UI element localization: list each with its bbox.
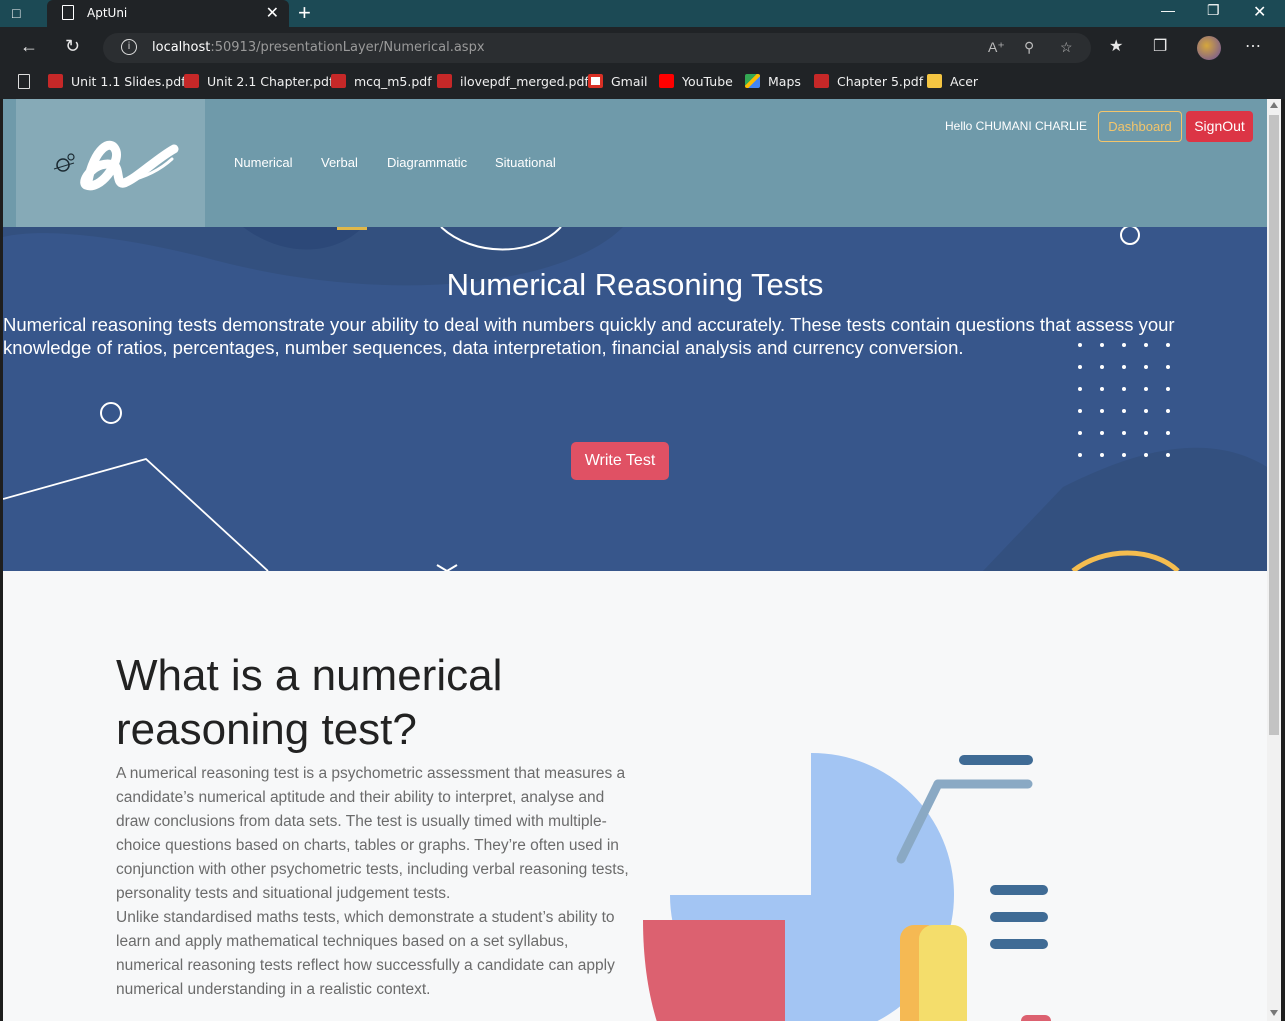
- tab-title: AptUni: [87, 6, 128, 20]
- pdf-icon: [814, 74, 829, 88]
- bookmark-ilovepdf[interactable]: ilovepdf_merged.pdf: [437, 74, 589, 92]
- bookmark-unit-2-1[interactable]: Unit 2.1 Chapter.pdf: [184, 74, 333, 92]
- dot-grid-icon: [1078, 343, 1170, 457]
- new-tab-icon[interactable]: +: [298, 0, 311, 26]
- paragraph-2: Unlike standardised maths tests, which d…: [116, 909, 615, 998]
- hero-title: Numerical Reasoning Tests: [446, 267, 824, 302]
- refresh-icon[interactable]: ↻: [65, 36, 80, 57]
- site-header: Numerical Verbal Diagrammatic Situationa…: [3, 99, 1267, 227]
- pdf-icon: [331, 74, 346, 88]
- bookmark-gmail[interactable]: Gmail: [588, 74, 647, 92]
- bookmark-acer[interactable]: Acer: [927, 74, 978, 92]
- page-scrollbar[interactable]: [1267, 99, 1281, 1021]
- add-favorite-icon[interactable]: ☆: [1060, 39, 1073, 56]
- page-icon: [62, 5, 74, 20]
- minimize-icon[interactable]: —: [1161, 2, 1175, 18]
- pdf-icon: [437, 74, 452, 88]
- youtube-icon: [659, 74, 674, 88]
- pdf-icon: [184, 74, 199, 88]
- signout-button[interactable]: SignOut: [1186, 111, 1253, 142]
- bookmark-maps[interactable]: Maps: [745, 74, 801, 92]
- read-aloud-icon[interactable]: A⁺: [988, 39, 1005, 56]
- close-tab-icon[interactable]: ✕: [266, 3, 279, 23]
- paragraph-1: A numerical reasoning test is a psychome…: [116, 765, 629, 902]
- url-field[interactable]: i localhost:50913/presentationLayer/Nume…: [103, 33, 1091, 63]
- scroll-up-icon[interactable]: [1270, 102, 1278, 108]
- profile-avatar-icon[interactable]: [1197, 36, 1221, 60]
- address-bar-row: ← ↻ i localhost:50913/presentationLayer/…: [0, 27, 1285, 67]
- chart-illustration: [643, 752, 1051, 1021]
- section-heading: What is a numerical reasoning test?: [116, 651, 503, 754]
- close-window-icon[interactable]: ✕: [1253, 2, 1266, 22]
- more-menu-icon[interactable]: ⋯: [1245, 36, 1261, 56]
- bookmark-mcq-m5[interactable]: mcq_m5.pdf: [331, 74, 432, 92]
- user-greeting: Hello CHUMANI CHARLIE: [945, 119, 1088, 133]
- browser-tab-bar: □ AptUni ✕ + — ❐ ✕: [0, 0, 1285, 27]
- folder-icon: [927, 74, 942, 88]
- maps-icon: [745, 74, 760, 88]
- gmail-icon: [588, 74, 603, 88]
- dashboard-button[interactable]: Dashboard: [1098, 111, 1182, 142]
- bookmark-youtube[interactable]: YouTube: [659, 74, 733, 92]
- nav-situational[interactable]: Situational: [495, 155, 556, 170]
- collections-icon[interactable]: ❐: [1153, 36, 1167, 56]
- hero-description: Numerical reasoning tests demonstrate yo…: [3, 314, 1175, 358]
- pdf-icon: [48, 74, 63, 88]
- zoom-icon[interactable]: ⚲: [1024, 39, 1034, 56]
- scrollbar-thumb[interactable]: [1269, 115, 1279, 735]
- browser-tab[interactable]: AptUni ✕: [47, 0, 289, 27]
- url-text: localhost:50913/presentationLayer/Numeri…: [152, 40, 485, 55]
- bookmark-unit-1-1[interactable]: Unit 1.1 Slides.pdf: [48, 74, 186, 92]
- bookmark-chapter-5[interactable]: Chapter 5.pdf: [814, 74, 923, 92]
- page-icon: [18, 74, 30, 89]
- logo-mark-icon: [53, 140, 179, 191]
- scroll-down-icon[interactable]: [1270, 1010, 1278, 1016]
- favorites-icon[interactable]: ★: [1109, 36, 1123, 56]
- nav-verbal[interactable]: Verbal: [321, 155, 358, 170]
- site-info-icon[interactable]: i: [121, 39, 137, 55]
- write-test-button[interactable]: Write Test: [571, 442, 669, 480]
- nav-diagrammatic[interactable]: Diagrammatic: [387, 155, 467, 170]
- back-icon[interactable]: ←: [20, 36, 38, 57]
- page-viewport: Numerical Verbal Diagrammatic Situationa…: [3, 99, 1267, 1021]
- restore-icon[interactable]: ❐: [1207, 2, 1220, 19]
- bookmarks-bar: Unit 1.1 Slides.pdf Unit 2.1 Chapter.pdf…: [0, 67, 1285, 99]
- section-text: A numerical reasoning test is a psychome…: [116, 762, 636, 1002]
- tab-actions-icon[interactable]: □: [12, 5, 30, 21]
- nav-numerical[interactable]: Numerical: [234, 155, 293, 170]
- hero-banner: Numerical Reasoning Tests Numerical reas…: [3, 227, 1267, 571]
- logo[interactable]: [16, 99, 205, 227]
